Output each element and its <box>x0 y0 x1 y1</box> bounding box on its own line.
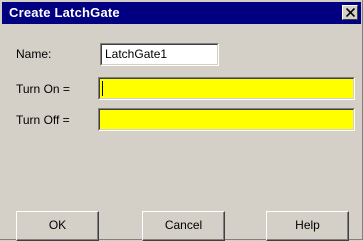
turn-off-label: Turn Off = <box>16 113 70 127</box>
turn-off-field[interactable] <box>98 108 355 131</box>
help-button[interactable]: Help <box>266 211 349 241</box>
ok-button[interactable]: OK <box>16 211 99 241</box>
name-field-value: LatchGate1 <box>105 47 168 61</box>
turn-on-field[interactable] <box>98 77 355 100</box>
turn-on-label: Turn On = <box>16 82 70 96</box>
name-field[interactable]: LatchGate1 <box>100 43 219 66</box>
text-caret <box>102 81 103 96</box>
close-icon <box>346 8 355 17</box>
create-latchgate-dialog: Create LatchGate Name: LatchGate1 Turn O… <box>0 0 363 241</box>
title-bar[interactable]: Create LatchGate <box>2 2 361 24</box>
cancel-button[interactable]: Cancel <box>142 211 225 241</box>
name-label: Name: <box>16 47 52 61</box>
dialog-title: Create LatchGate <box>9 5 120 20</box>
close-button[interactable] <box>342 5 358 20</box>
